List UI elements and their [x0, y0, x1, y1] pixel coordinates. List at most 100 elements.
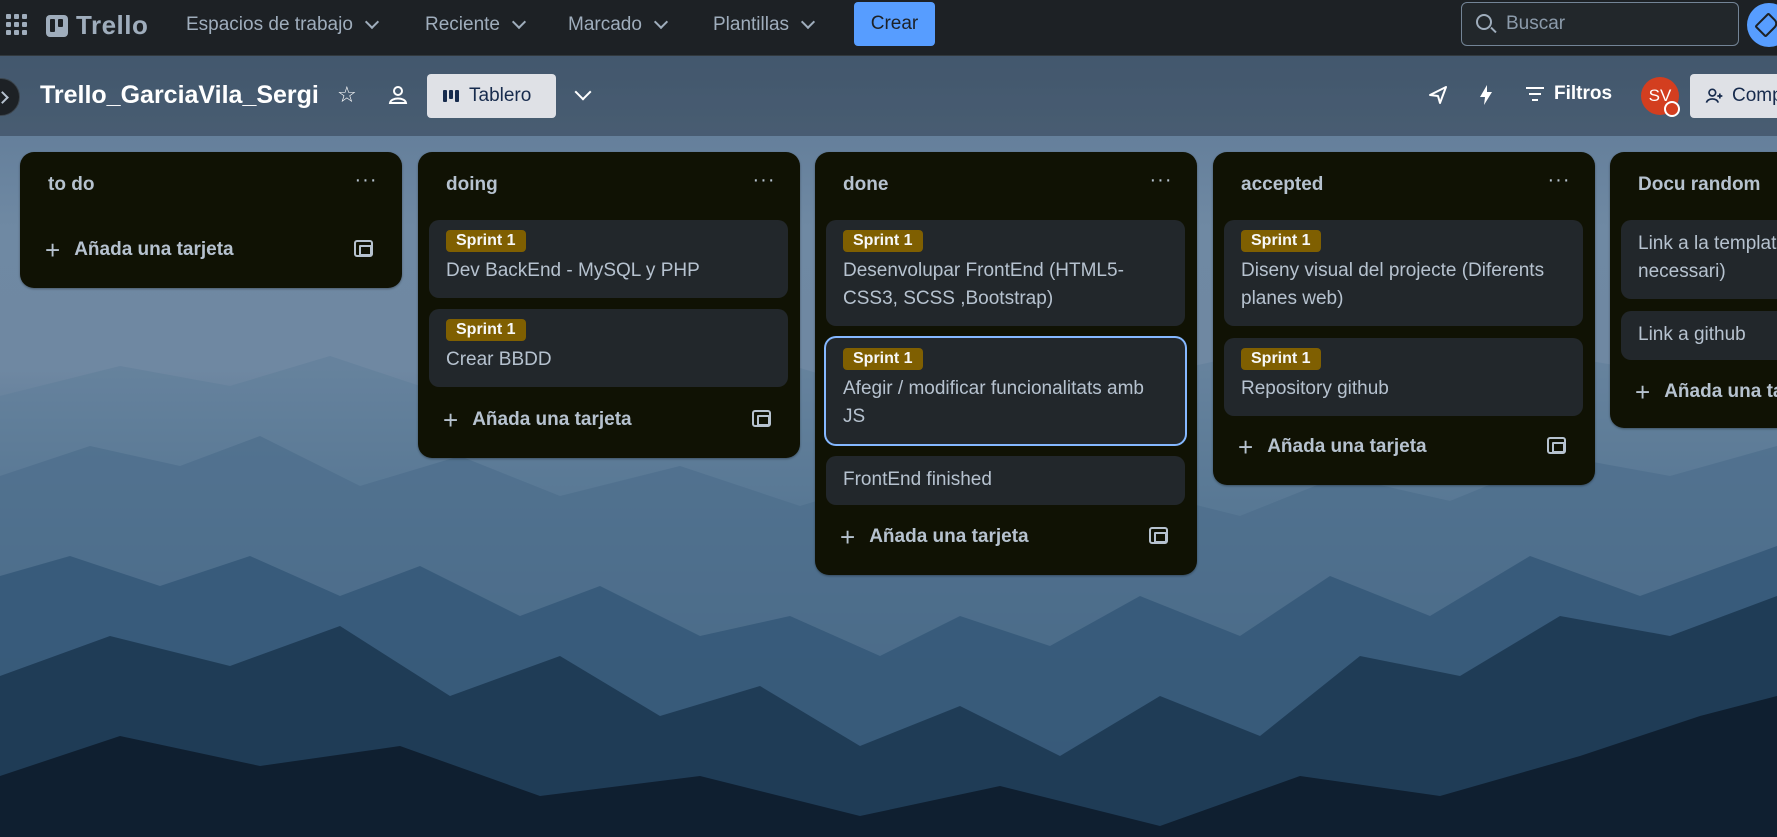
view-label: Tablero [469, 85, 532, 106]
card-title: Link a github [1638, 324, 1746, 345]
list-accepted: accepted ··· Sprint 1 Diseny visual del … [1213, 152, 1595, 485]
label-sprint: Sprint 1 [1241, 230, 1321, 252]
card[interactable]: Sprint 1 Repository github [1224, 338, 1583, 416]
menu-templates[interactable]: Plantillas [713, 10, 816, 40]
menu-workspaces[interactable]: Espacios de trabajo [186, 10, 379, 40]
list-title[interactable]: to do [48, 174, 94, 196]
list-menu-icon[interactable]: ··· [749, 168, 779, 198]
card-template-icon[interactable] [752, 410, 771, 427]
card-template-icon[interactable] [354, 240, 373, 257]
add-card-label: Añada una tarjeta [74, 239, 234, 260]
menu-label: Reciente [425, 14, 500, 35]
workspace-visibility-icon[interactable] [386, 83, 410, 107]
trello-logo-icon [46, 14, 68, 37]
chevron-down-icon [800, 14, 816, 30]
add-card-button[interactable]: + Añada una tarjeta [429, 400, 788, 440]
add-card-label: Añada una tarjeta [1267, 436, 1427, 457]
create-button[interactable]: Crear [854, 2, 935, 46]
list-menu-icon[interactable]: ··· [1544, 168, 1574, 198]
list-menu-icon[interactable]: ··· [1146, 168, 1176, 198]
view-switcher-button[interactable]: Tablero [427, 74, 556, 118]
search-placeholder: Buscar [1506, 13, 1566, 34]
list-header: Docu random [1610, 152, 1777, 220]
star-icon[interactable]: ☆ [337, 83, 361, 107]
share-button[interactable]: Comp [1690, 74, 1777, 118]
list-menu-icon[interactable]: ··· [351, 168, 381, 198]
add-card-button[interactable]: + Añada una tarjeta [1224, 427, 1583, 467]
card-template-icon[interactable] [1547, 437, 1566, 454]
card-title: Crear BBDD [446, 349, 552, 370]
card[interactable]: Sprint 1 Desenvolupar FrontEnd (HTML5- C… [826, 220, 1185, 326]
search-input[interactable]: Buscar [1461, 2, 1739, 46]
list-title[interactable]: Docu random [1638, 174, 1760, 196]
chevron-down-icon [511, 14, 527, 30]
list-header: accepted ··· [1213, 152, 1595, 220]
card-title: FrontEnd finished [843, 469, 992, 490]
share-label: Comp [1732, 85, 1777, 106]
card-title: Repository github [1241, 378, 1389, 399]
filters-label: Filtros [1554, 83, 1613, 104]
card-title: Diseny visual del projecte (Diferents pl… [1241, 260, 1545, 309]
card[interactable]: Link a github [1621, 311, 1777, 360]
add-card-label: Añada una ta [1664, 381, 1777, 402]
power-ups-icon[interactable] [1426, 83, 1450, 107]
card-title: Dev BackEnd - MySQL y PHP [446, 260, 700, 281]
plus-icon: + [1635, 377, 1651, 407]
card[interactable]: Sprint 1 Crear BBDD [429, 309, 788, 387]
label-sprint: Sprint 1 [446, 230, 526, 252]
card-title: Desenvolupar FrontEnd (HTML5- CSS3, SCSS… [843, 260, 1124, 309]
add-card-label: Añada una tarjeta [869, 526, 1029, 547]
label-sprint: Sprint 1 [843, 348, 923, 370]
sidebar-expand-icon[interactable] [0, 78, 20, 116]
card-template-icon[interactable] [1149, 527, 1168, 544]
card-title: Link a la templat necessari) [1638, 233, 1777, 282]
add-card-button[interactable]: + Añada una tarjeta [826, 517, 1185, 557]
list-header: to do ··· [20, 152, 402, 220]
plus-icon: + [1238, 432, 1254, 462]
card[interactable]: Sprint 1 Dev BackEnd - MySQL y PHP [429, 220, 788, 298]
label-sprint: Sprint 1 [1241, 348, 1321, 370]
logo-text: Trello [76, 10, 149, 40]
list-title[interactable]: doing [446, 174, 498, 196]
search-icon [1476, 14, 1492, 30]
board-title[interactable]: Trello_GarciaVila_Sergi [40, 81, 319, 110]
menu-label: Plantillas [713, 14, 790, 35]
label-sprint: Sprint 1 [843, 230, 923, 252]
admin-badge-icon [1664, 101, 1680, 117]
menu-recent[interactable]: Reciente [425, 10, 527, 40]
chevron-down-icon[interactable] [572, 84, 596, 108]
add-member-icon [1705, 88, 1723, 103]
chevron-down-icon [364, 14, 379, 30]
add-card-button[interactable]: + Añada una ta [1621, 372, 1777, 412]
list-done: done ··· Sprint 1 Desenvolupar FrontEnd … [815, 152, 1197, 575]
board-header: Trello_GarciaVila_Sergi ☆ Tablero Filtro… [0, 56, 1777, 136]
automation-icon[interactable] [1474, 83, 1498, 107]
board-canvas: Trello_GarciaVila_Sergi ☆ Tablero Filtro… [0, 56, 1777, 837]
app-switcher-icon[interactable] [4, 12, 27, 35]
trello-logo[interactable]: Trello [46, 10, 148, 41]
filter-icon [1526, 87, 1544, 101]
board-view-icon [443, 90, 459, 102]
add-card-button[interactable]: + Añada una tarjeta [31, 230, 390, 270]
add-card-label: Añada una tarjeta [472, 409, 632, 430]
card[interactable]: FrontEnd finished [826, 456, 1185, 505]
list-to-do: to do ··· + Añada una tarjeta [20, 152, 402, 288]
card[interactable]: Sprint 1 Diseny visual del projecte (Dif… [1224, 220, 1583, 326]
menu-starred[interactable]: Marcado [568, 10, 668, 40]
list-title[interactable]: accepted [1241, 174, 1323, 196]
list-title[interactable]: done [843, 174, 888, 196]
plus-icon: + [45, 235, 61, 265]
plus-icon: + [840, 522, 856, 552]
notifications-icon[interactable] [1747, 3, 1777, 47]
filters-button[interactable]: Filtros [1526, 83, 1612, 105]
top-navigation: Trello Espacios de trabajo Reciente Marc… [0, 0, 1777, 56]
list-header: done ··· [815, 152, 1197, 220]
chevron-down-icon [653, 14, 668, 30]
menu-label: Marcado [568, 14, 642, 35]
list-doing: doing ··· Sprint 1 Dev BackEnd - MySQL y… [418, 152, 800, 458]
card-focused[interactable]: Sprint 1 Afegir / modificar funcionalita… [826, 338, 1185, 444]
list-header: doing ··· [418, 152, 800, 220]
card[interactable]: Link a la templat necessari) [1621, 220, 1777, 299]
label-sprint: Sprint 1 [446, 319, 526, 341]
list-docu-random: Docu random Link a la templat necessari)… [1610, 152, 1777, 428]
